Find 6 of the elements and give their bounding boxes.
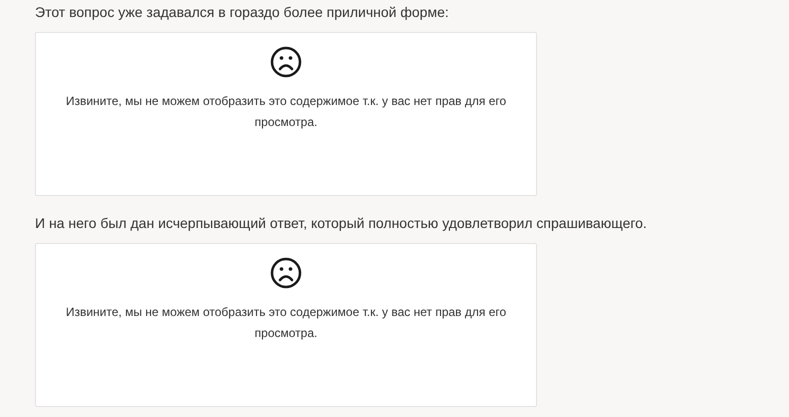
paragraph: И на него был дан исчерпывающий ответ, который полностью удовлетворил спрашивающего.	[35, 214, 648, 232]
permission-message: Извините, мы не можем отобразить это содержимое т.к. у вас нет прав для его просмотра.	[64, 93, 508, 131]
permission-message: Извините, мы не можем отобразить это содержимое т.к. у вас нет прав для его просмотра.	[64, 304, 508, 342]
sad-face-icon	[270, 257, 302, 289]
paragraph: Этот вопрос уже задавался в гораздо более приличной форме:	[35, 3, 450, 21]
sad-face-icon	[270, 46, 302, 78]
